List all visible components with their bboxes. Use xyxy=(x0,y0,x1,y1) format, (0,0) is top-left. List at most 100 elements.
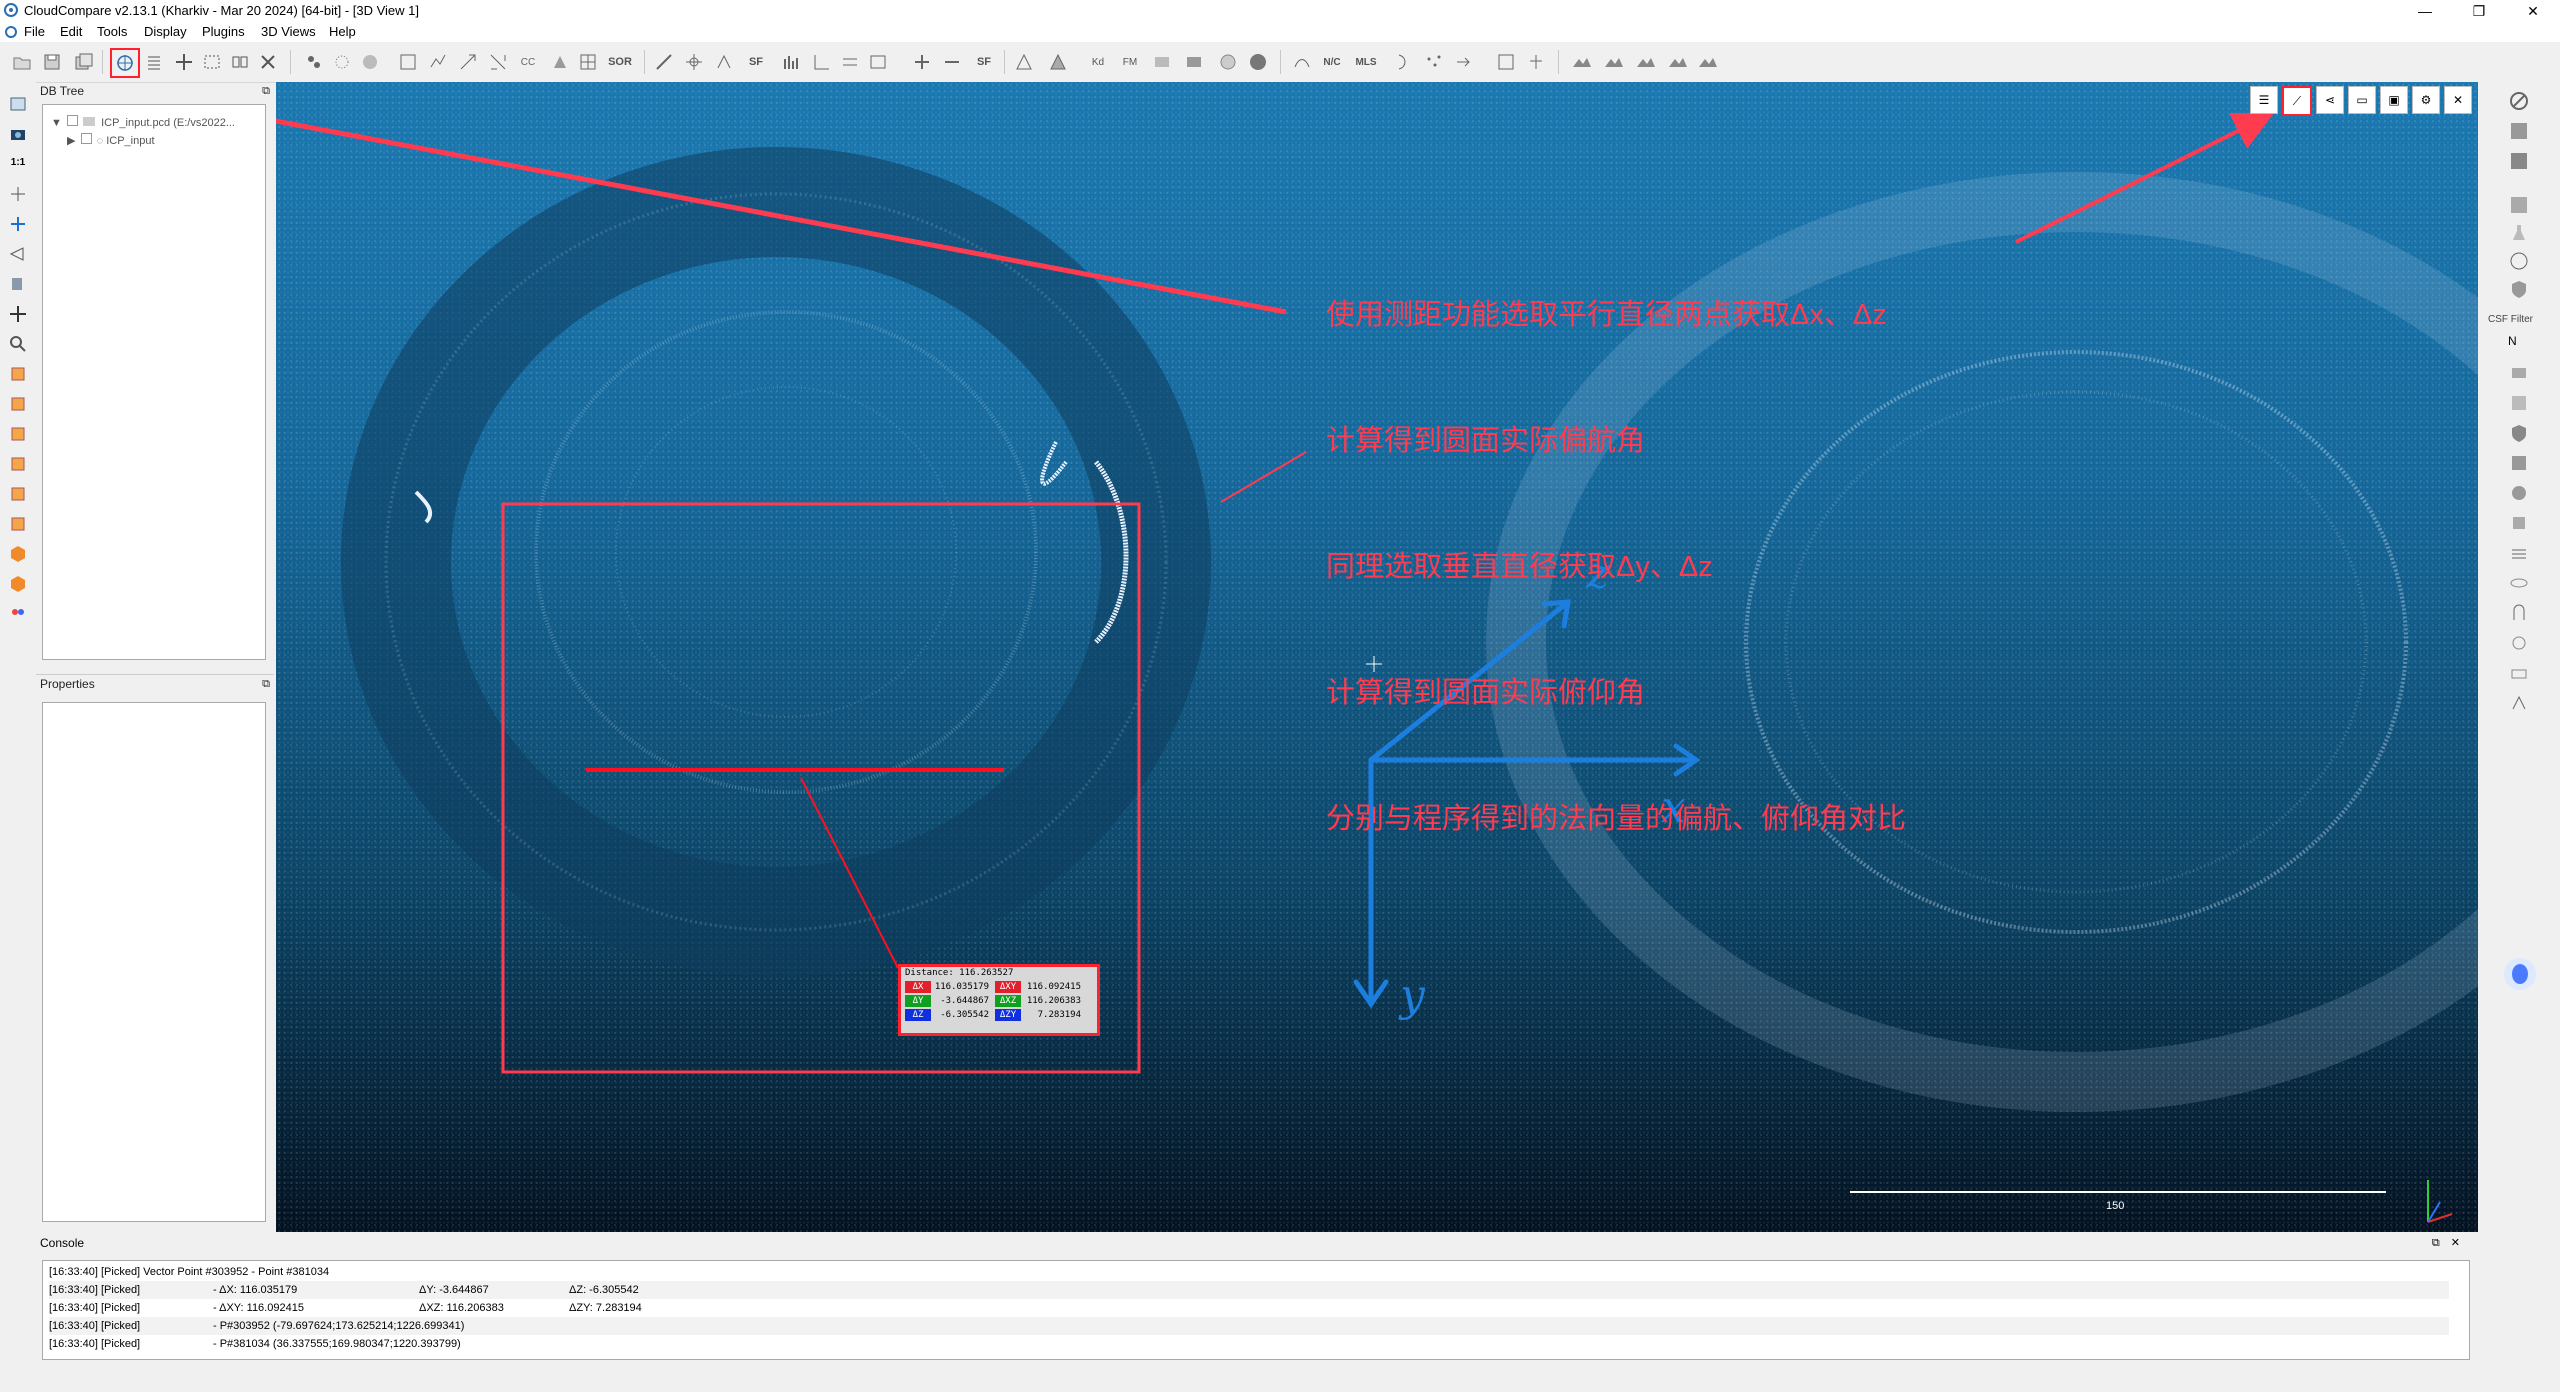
close-tool-icon[interactable]: ✕ xyxy=(2444,86,2472,114)
pivot-active-icon[interactable] xyxy=(6,212,30,236)
light-icon[interactable] xyxy=(6,272,30,296)
view-top-icon[interactable] xyxy=(6,362,30,386)
chart-icon[interactable] xyxy=(810,50,834,74)
zoom-icon[interactable] xyxy=(6,332,30,356)
normals-icon[interactable] xyxy=(1290,50,1314,74)
view-left-icon[interactable] xyxy=(6,422,30,446)
mdi-window-icon[interactable] xyxy=(4,25,18,39)
menu-plugins[interactable]: Plugins xyxy=(202,24,245,39)
distance-label[interactable]: Distance: 116.263527 ΔX 116.035179 ΔXY 1… xyxy=(898,964,1100,1036)
histogram-icon[interactable] xyxy=(780,50,804,74)
scalar-field-icon[interactable]: SF xyxy=(744,50,768,74)
shield-icon[interactable] xyxy=(2508,278,2532,302)
close-button[interactable]: ✕ xyxy=(2506,0,2560,22)
menu-help[interactable]: Help xyxy=(329,24,356,39)
translate-rotate-icon[interactable] xyxy=(172,50,196,74)
compute-icon[interactable] xyxy=(1494,50,1518,74)
crosshair-icon[interactable] xyxy=(682,50,706,74)
terrain-icon-5[interactable] xyxy=(1696,50,1720,74)
measure-icon[interactable] xyxy=(652,50,676,74)
terrain-icon-3[interactable] xyxy=(1634,50,1658,74)
box-icon-2[interactable] xyxy=(1182,50,1206,74)
menu-file[interactable]: File xyxy=(24,24,45,39)
cc-icon[interactable]: CC xyxy=(516,50,540,74)
delete-icon[interactable] xyxy=(256,50,280,74)
floating-assistant-button[interactable] xyxy=(2504,958,2536,990)
3d-view[interactable]: z x y 使用测距功能选取平行直径两点获取Δx、Δz 计算得到圆面实际偏航角 … xyxy=(276,82,2478,1232)
point-picking-icon[interactable] xyxy=(110,48,140,78)
segment-icon[interactable] xyxy=(200,50,224,74)
move-icon[interactable] xyxy=(6,302,30,326)
tree-item-file[interactable]: ▼ ICP_input.pcd (E:/vs2022... xyxy=(51,115,235,129)
terrain-icon-1[interactable] xyxy=(1570,50,1594,74)
sphere-dark-icon[interactable] xyxy=(1246,50,1270,74)
texture-icon-3[interactable] xyxy=(2508,194,2532,218)
plugin-icon-11[interactable] xyxy=(2508,662,2532,686)
view-iso2-icon[interactable] xyxy=(6,572,30,596)
sf-gradient-icon[interactable]: SF xyxy=(972,50,996,74)
nc-icon[interactable]: N/C xyxy=(1320,50,1344,74)
filter-icon[interactable] xyxy=(396,50,420,74)
align-icon[interactable] xyxy=(712,50,736,74)
texture-icon-2[interactable] xyxy=(2508,150,2532,174)
plugin-icon-10[interactable] xyxy=(2508,632,2532,656)
menu-3d-views[interactable]: 3D Views xyxy=(261,24,316,39)
share-icon[interactable]: ⋖ xyxy=(2316,86,2344,114)
save-all-icon[interactable] xyxy=(72,50,96,74)
area-icon[interactable]: ▭ xyxy=(2348,86,2376,114)
mesh-icon[interactable] xyxy=(1012,50,1036,74)
density-icon[interactable] xyxy=(358,50,382,74)
table-icon[interactable] xyxy=(866,50,890,74)
list-view-icon[interactable]: ☰ xyxy=(2250,86,2278,114)
tree-item-cloud[interactable]: ▶ ◌ ICP_input xyxy=(67,133,155,147)
subsample-icon[interactable] xyxy=(330,50,354,74)
texture-icon[interactable] xyxy=(2508,120,2532,144)
add-sf-icon[interactable] xyxy=(910,50,934,74)
view-back-icon[interactable] xyxy=(6,452,30,476)
plugin-icon-8[interactable] xyxy=(2508,572,2532,596)
merge-icon[interactable] xyxy=(228,50,252,74)
scatter-icon[interactable] xyxy=(1422,50,1446,74)
view-front-icon[interactable] xyxy=(6,392,30,416)
plugin-icon-2[interactable] xyxy=(2508,392,2532,416)
tree-icon[interactable] xyxy=(1524,50,1548,74)
restore-button[interactable]: ❐ xyxy=(2452,0,2506,22)
plugin-icon-6[interactable] xyxy=(2508,512,2532,536)
save-icon[interactable] xyxy=(40,50,64,74)
checkbox[interactable] xyxy=(80,133,92,144)
sor-filter-icon[interactable]: SOR xyxy=(608,50,632,74)
noise-icon[interactable] xyxy=(426,50,450,74)
expand-icon[interactable] xyxy=(486,50,510,74)
measure-tool-icon[interactable]: ⟋ xyxy=(2282,86,2312,116)
camera-icon[interactable] xyxy=(6,122,30,146)
plugin-icon-12[interactable] xyxy=(2508,692,2532,716)
remove-sf-icon[interactable] xyxy=(940,50,964,74)
close-panel-icon[interactable]: ✕ xyxy=(2451,1237,2460,1249)
compass-icon[interactable] xyxy=(2508,250,2532,274)
plugin-icon-4[interactable] xyxy=(2508,452,2532,476)
plugin-icon-1[interactable] xyxy=(2508,362,2532,386)
pivot-icon[interactable] xyxy=(6,182,30,206)
global-view-icon[interactable] xyxy=(6,92,30,116)
grid-icon[interactable] xyxy=(576,50,600,74)
plugin-icon-5[interactable] xyxy=(2508,482,2532,506)
float-panel-icon[interactable]: ⧉ xyxy=(2432,1237,2440,1249)
expand-arrow-icon[interactable]: ▶ xyxy=(67,135,75,147)
menu-tools[interactable]: Tools xyxy=(97,24,127,39)
view-right-icon[interactable] xyxy=(6,482,30,506)
save-label-icon[interactable]: ▣ xyxy=(2380,86,2408,114)
options-icon[interactable]: ⚙ xyxy=(2412,86,2440,114)
fast-marching-icon[interactable]: FM xyxy=(1118,50,1142,74)
float-panel-icon[interactable]: ⧉ xyxy=(262,82,270,100)
stereo-icon[interactable] xyxy=(6,600,30,624)
checkbox[interactable] xyxy=(66,115,78,126)
view-iso1-icon[interactable] xyxy=(6,542,30,566)
flask-icon[interactable] xyxy=(2508,222,2532,246)
plugin-icon-3[interactable] xyxy=(2508,422,2532,446)
open-file-icon[interactable] xyxy=(10,50,34,74)
view-bottom-icon[interactable] xyxy=(6,512,30,536)
north-icon[interactable]: N xyxy=(2508,332,2532,356)
export-icon[interactable] xyxy=(1452,50,1476,74)
list-icon[interactable] xyxy=(142,50,166,74)
menu-edit[interactable]: Edit xyxy=(60,24,82,39)
